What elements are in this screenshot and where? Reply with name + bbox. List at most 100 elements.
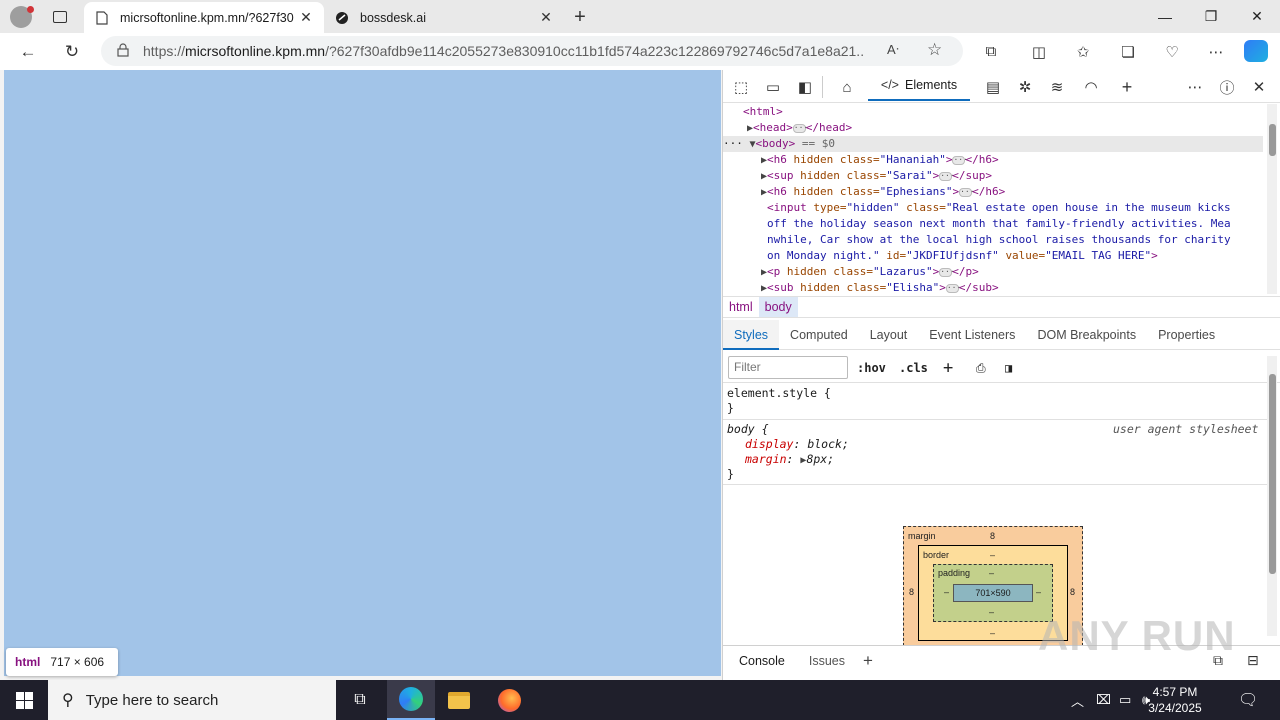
close-devtools-icon[interactable]: ✕ [1245,74,1273,100]
display-declaration[interactable]: display: block; [745,437,849,452]
new-style-rule-icon[interactable]: + [943,358,953,378]
new-tab-icon[interactable]: + [566,4,594,30]
anyrun-watermark: ANY RUN [1038,612,1236,659]
dom-tree[interactable]: <html> ▶<head>···</head> ··· ▼<body> == … [723,104,1280,294]
dom-p-lazarus[interactable]: ▶<p hidden class="Lazarus">···</p> [761,264,1280,280]
customize-more-icon[interactable]: ⋯ [1181,74,1209,100]
dom-head-node[interactable]: ▶<head>···</head> [747,120,1280,136]
network-wifi-icon[interactable]: ≋ [1043,74,1071,100]
breadcrumb-html[interactable]: html [723,297,759,317]
margin-label: margin [908,531,936,541]
profile-avatar[interactable] [10,6,34,28]
code-icon: </> [880,77,899,92]
tray-network-icon[interactable]: ▭ [1119,680,1131,720]
lock-icon[interactable] [117,42,129,60]
tab-console[interactable]: Console [723,654,797,668]
split-screen-icon[interactable]: ◫ [1023,36,1055,67]
padding-left-value[interactable]: – [944,587,949,597]
clock-time: 4:57 PM [1152,685,1198,699]
copilot-icon[interactable] [1244,40,1268,62]
padding-right-value[interactable]: – [1036,587,1041,597]
toggle-sidebar-icon[interactable]: ◨ [1005,358,1012,378]
help-icon[interactable]: ⓘ [1213,74,1241,100]
taskbar-clock[interactable]: 4:57 PM 3/24/2025 [1135,680,1215,720]
tab-bossdesk[interactable]: bossdesk.ai ✕ [324,2,564,33]
styles-filter-input[interactable]: Filter [728,356,848,379]
console-errors-icon[interactable]: ▤ [979,74,1007,100]
border-top-value[interactable]: – [990,550,995,560]
margin-declaration[interactable]: margin: ▶8px; [745,452,834,467]
body-rule-close: } [727,467,734,481]
tray-chevron-icon[interactable]: ︿ [1071,680,1084,720]
hov-button[interactable]: :hov [857,358,886,378]
tab-styles[interactable]: Styles [723,319,780,350]
browser-essentials-icon[interactable]: ♡ [1156,36,1188,67]
tab-event-listeners[interactable]: Event Listeners [918,320,1026,350]
firefox-icon[interactable] [485,680,533,720]
welcome-home-icon[interactable]: ⌂ [833,74,861,100]
page-icon [94,10,110,26]
margin-top-value[interactable]: 8 [990,531,995,541]
tab-actions-icon[interactable] [47,6,73,28]
collections-icon[interactable]: ❏ [1112,36,1144,67]
sources-bug-icon[interactable]: ✲ [1011,74,1039,100]
refresh-icon[interactable]: ↻ [56,36,88,67]
expand-drawer-icon[interactable]: ⊟ [1247,652,1259,669]
address-bar[interactable]: https://micrsoftonline.kpm.mn/?627f30afd… [101,36,963,66]
styles-scrollbar[interactable] [1267,356,1277,636]
favorites-icon[interactable]: ✩ [1067,36,1099,67]
dom-sup-sarai[interactable]: ▶<sup hidden class="Sarai">···</sup> [761,168,1280,184]
close-window-icon[interactable]: ✕ [1234,0,1280,33]
settings-more-icon[interactable]: ⋯ [1200,36,1232,67]
taskbar-search-box[interactable]: ⚲ Type here to search [48,680,336,720]
body-selector[interactable]: body { [727,422,769,437]
edge-taskbar-icon[interactable] [387,680,435,720]
add-drawer-tab-icon[interactable]: + [857,651,879,671]
browser-titlebar: micrsoftonline.kpm.mn/?627f30 ✕ bossdesk… [0,0,1280,33]
device-emulation-icon[interactable]: ▭ [759,74,787,100]
color-palette-icon[interactable]: ⎙ [976,358,986,378]
dom-input-hidden[interactable]: <input type="hidden" class="Real estate … [767,200,1280,216]
web-page-viewport[interactable] [4,70,721,676]
cls-button[interactable]: .cls [899,358,928,378]
more-tools-icon[interactable]: + [1113,74,1141,100]
tab-layout[interactable]: Layout [859,320,919,350]
close-tab-icon[interactable]: ✕ [538,9,554,26]
tab-dom-breakpoints[interactable]: DOM Breakpoints [1026,320,1147,350]
inspect-element-icon[interactable]: ⬚ [727,74,755,100]
performance-icon[interactable]: ◠ [1077,74,1105,100]
windows-start-icon[interactable] [0,680,48,720]
tray-network-device-icon[interactable]: ⌧ [1096,680,1111,720]
breadcrumb-body[interactable]: body [758,297,798,317]
padding-bottom-value[interactable]: – [989,607,994,617]
task-view-icon[interactable]: ⧉ [336,680,384,720]
box-model-content[interactable]: 701×590 [953,584,1033,602]
dom-sub-elisha[interactable]: ▶<sub hidden class="Elisha">···</sub> [761,280,1280,294]
dom-scrollbar[interactable] [1267,104,1277,294]
close-tab-icon[interactable]: ✕ [298,9,314,26]
dock-side-icon[interactable]: ◧ [791,74,819,100]
extensions-icon[interactable]: ⧉ [975,36,1007,67]
margin-right-value[interactable]: 8 [1070,587,1075,597]
dom-body-node[interactable]: ··· ▼<body> == $0 [723,136,1263,152]
notifications-icon[interactable]: 🗨 [1238,680,1258,720]
element-style-rule[interactable]: element.style { [727,386,831,401]
restore-icon[interactable]: ❐ [1188,0,1234,33]
tab-issues[interactable]: Issues [797,654,857,668]
dom-html-open[interactable]: <html> [743,105,783,118]
border-bottom-value[interactable]: – [990,628,995,638]
tab-elements[interactable]: </> Elements [868,70,970,101]
favorite-star-icon[interactable]: ☆ [927,40,942,60]
tab-micrsoftonline[interactable]: micrsoftonline.kpm.mn/?627f30 ✕ [84,2,324,33]
file-explorer-icon[interactable] [435,680,483,720]
read-aloud-icon[interactable]: Aᐧ [887,42,899,58]
minimize-icon[interactable]: — [1142,0,1188,33]
back-icon[interactable]: ← [12,36,44,67]
dom-h6-ephesians[interactable]: ▶<h6 hidden class="Ephesians">···</h6> [761,184,1280,200]
dom-h6-hananiah[interactable]: ▶<h6 hidden class="Hananiah">···</h6> [761,152,1280,168]
padding-top-value[interactable]: – [989,568,994,578]
tab-computed[interactable]: Computed [779,320,859,350]
url-text[interactable]: https://micrsoftonline.kpm.mn/?627f30afd… [143,43,863,59]
margin-left-value[interactable]: 8 [909,587,914,597]
tab-properties[interactable]: Properties [1147,320,1226,350]
